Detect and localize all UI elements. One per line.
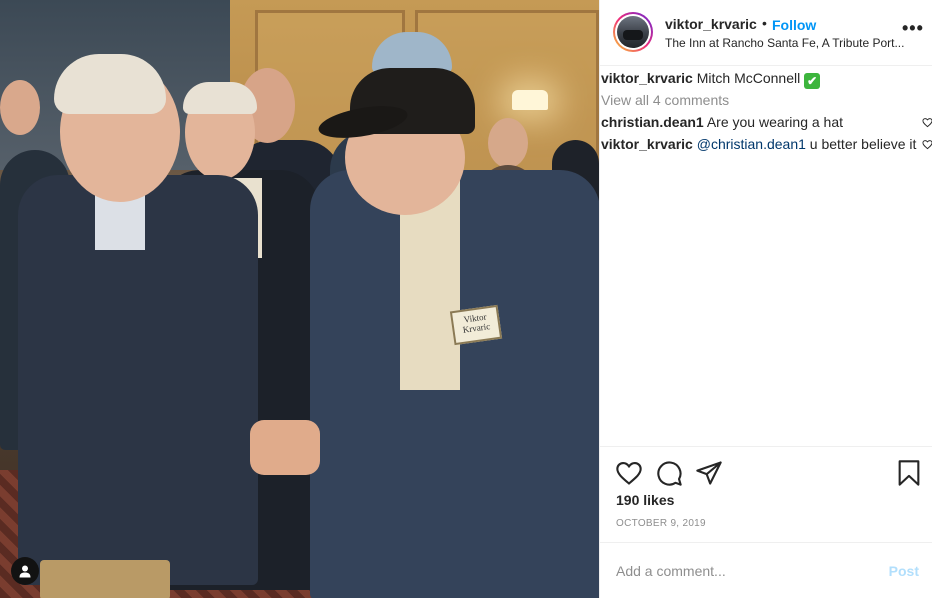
photo-background-person [488, 118, 528, 168]
comment-icon[interactable] [655, 459, 683, 487]
photo-background-person [0, 80, 40, 135]
comment-username[interactable]: christian.dean1 [601, 114, 704, 130]
post-side-panel: viktor_krvaric • Follow The Inn at Ranch… [599, 0, 932, 598]
avatar-image [617, 16, 649, 48]
comment-like-heart-icon[interactable] [922, 139, 932, 150]
comment-mention[interactable]: @christian.dean1 [697, 136, 806, 152]
post-actions: 190 likes OCTOBER 9, 2019 [600, 446, 932, 542]
caption: viktor_krvaric Mitch McConnell ✔ [600, 68, 932, 90]
post-comment-button[interactable]: Post [889, 563, 919, 579]
caption-text: Mitch McConnell [696, 70, 801, 86]
check-mark-emoji-icon: ✔ [804, 73, 821, 89]
view-all-comments-link[interactable]: View all 4 comments [601, 92, 729, 108]
comment-item: viktor_krvaric @christian.dean1 u better… [600, 134, 932, 156]
comment-text: Are you wearing a hat [706, 114, 844, 130]
comment-item: christian.dean1 Are you wearing a hat [600, 112, 932, 134]
comments-section: viktor_krvaric Mitch McConnell ✔ View al… [600, 68, 932, 156]
post-header: viktor_krvaric • Follow The Inn at Ranch… [600, 0, 932, 66]
photo-wall-lamp [512, 90, 548, 110]
add-comment-input[interactable] [616, 561, 876, 581]
avatar[interactable] [613, 12, 653, 52]
user-tag-icon[interactable] [11, 557, 39, 585]
comment-username[interactable]: viktor_krvaric [601, 136, 693, 152]
photo-person-center [183, 82, 257, 114]
photo-person-left [40, 560, 170, 598]
follow-button[interactable]: Follow [772, 17, 816, 33]
separator-dot: • [762, 15, 767, 31]
likes-count[interactable]: 190 likes [616, 492, 674, 508]
photo-person-left [54, 54, 166, 114]
post-photo[interactable]: Viktor Krvaric [0, 0, 599, 598]
comment-like-heart-icon[interactable] [922, 117, 932, 128]
more-options-icon[interactable]: ••• [902, 18, 924, 39]
photo-handshake [250, 420, 320, 475]
comment-text: u better believe it [809, 136, 917, 152]
photo-nametag: Viktor Krvaric [449, 304, 503, 346]
post-date[interactable]: OCTOBER 9, 2019 [616, 518, 706, 529]
heart-icon[interactable] [615, 459, 643, 487]
add-comment-bar: Post [600, 542, 932, 598]
post-username[interactable]: viktor_krvaric [665, 16, 757, 32]
caption-username[interactable]: viktor_krvaric [601, 70, 693, 86]
post-location[interactable]: The Inn at Rancho Santa Fe, A Tribute Po… [665, 36, 917, 50]
share-icon[interactable] [695, 459, 723, 487]
view-all-comments-row: View all 4 comments [600, 90, 932, 112]
bookmark-icon[interactable] [895, 459, 923, 487]
